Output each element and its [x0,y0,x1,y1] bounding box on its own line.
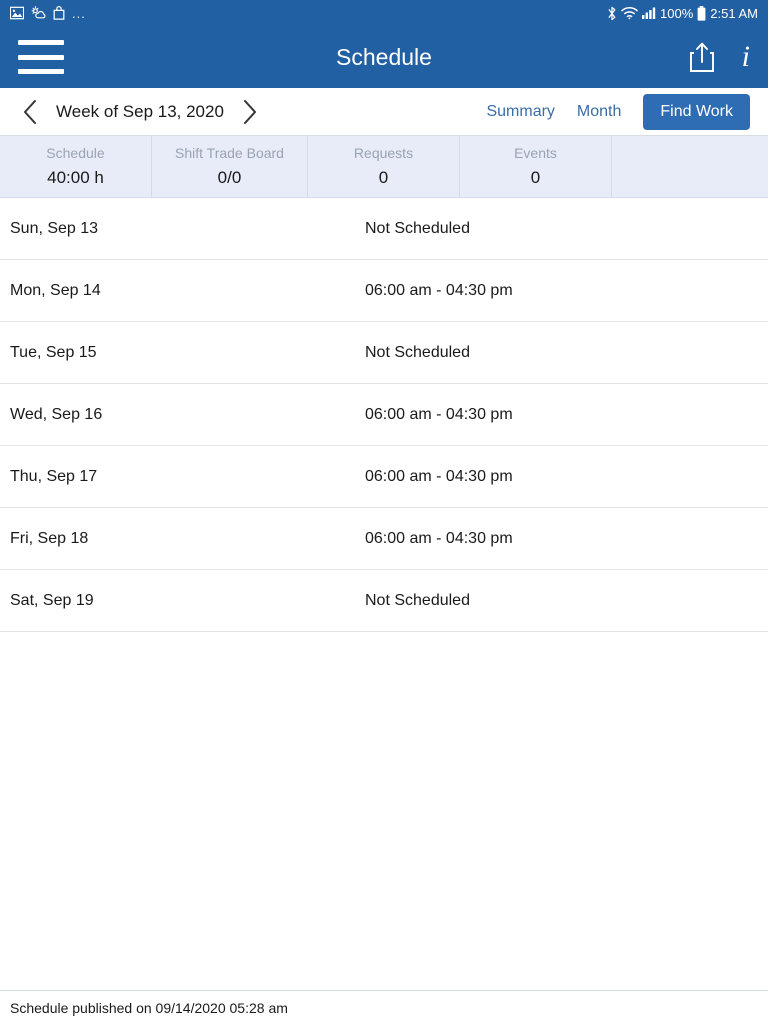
row-day-label: Sun, Sep 13 [10,219,99,237]
table-row[interactable]: Tue, Sep 15 Not Scheduled [0,322,768,384]
footer-bar: Schedule published on 09/14/2020 05:28 a… [0,990,768,1024]
table-row[interactable]: Wed, Sep 16 06:00 am - 04:30 pm [0,384,768,446]
chevron-right-icon[interactable] [236,99,262,125]
bluetooth-icon [607,6,617,21]
summary-button[interactable]: Summary [486,103,554,121]
row-time-label: Not Scheduled [365,219,470,237]
status-bar-left-icons: ... [10,6,86,21]
row-day-label: Wed, Sep 16 [10,405,103,423]
system-status-bar: ... 100% 2:51 AM [0,0,768,26]
week-navigation-bar: Week of Sep 13, 2020 Summary Month Find … [0,88,768,136]
row-day-label: Mon, Sep 14 [10,281,101,299]
schedule-published-label: Schedule published on 09/14/2020 05:28 a… [10,999,288,1016]
stat-cell-requests[interactable]: Requests 0 [308,136,460,197]
stat-cell-empty [612,136,768,197]
app-header-bar: Schedule i [0,26,768,88]
stat-label: Requests [353,145,414,161]
page-title: Schedule [336,43,432,70]
image-icon [10,6,24,20]
table-row[interactable]: Sun, Sep 13 Not Scheduled [0,198,768,260]
row-time-label: 06:00 am - 04:30 pm [365,281,513,299]
stat-value: 40:00 h [47,168,104,187]
row-day-label: Sat, Sep 19 [10,591,94,609]
stat-cell-schedule[interactable]: Schedule 40:00 h [0,136,152,197]
schedule-list: Sun, Sep 13 Not Scheduled Mon, Sep 14 06… [0,198,768,632]
week-range-label: Week of Sep 13, 2020 [56,101,224,121]
hamburger-bar [18,69,64,74]
stat-cell-shift-trade-board[interactable]: Shift Trade Board 0/0 [152,136,308,197]
row-time-label: 06:00 am - 04:30 pm [365,467,513,485]
stat-label: Schedule [46,145,105,161]
row-time-label: 06:00 am - 04:30 pm [365,405,513,423]
stat-value: 0 [378,168,389,187]
stat-value: 0/0 [217,168,242,187]
hamburger-bar [18,40,64,45]
cellular-signal-icon [642,6,656,20]
app-header-actions: i [688,41,750,73]
stat-cell-events[interactable]: Events 0 [460,136,612,197]
status-bar-overflow-icon: ... [72,5,86,21]
bag-icon [53,6,65,20]
wifi-icon [621,6,638,20]
hamburger-bar [18,54,64,60]
table-row[interactable]: Sat, Sep 19 Not Scheduled [0,570,768,632]
summary-stats-bar: Schedule 40:00 h Shift Trade Board 0/0 R… [0,136,768,198]
empty-list-area [0,632,768,990]
chevron-left-icon[interactable] [18,99,44,125]
battery-icon [697,5,706,21]
row-time-label: Not Scheduled [365,343,470,361]
row-time-label: Not Scheduled [365,591,470,609]
stat-value: 0 [530,168,541,187]
stat-label: Events [514,145,557,161]
week-navigation-actions: Summary Month Find Work [486,93,750,130]
battery-percent-label: 100% [660,5,694,21]
row-day-label: Thu, Sep 17 [10,467,98,485]
row-day-label: Fri, Sep 18 [10,529,89,547]
weather-icon [31,6,46,20]
app-root: ... 100% 2:51 AM Schedule i Week of Sep … [0,0,768,1024]
info-icon[interactable]: i [742,42,750,72]
share-icon[interactable] [688,41,716,73]
stat-label: Shift Trade Board [175,145,284,161]
find-work-button[interactable]: Find Work [643,93,750,130]
hamburger-menu-icon[interactable] [18,40,64,74]
month-button[interactable]: Month [577,103,621,121]
table-row[interactable]: Mon, Sep 14 06:00 am - 04:30 pm [0,260,768,322]
row-day-label: Tue, Sep 15 [10,343,97,361]
status-bar-right-icons: 100% 2:51 AM [607,5,758,21]
table-row[interactable]: Thu, Sep 17 06:00 am - 04:30 pm [0,446,768,508]
row-time-label: 06:00 am - 04:30 pm [365,529,513,547]
table-row[interactable]: Fri, Sep 18 06:00 am - 04:30 pm [0,508,768,570]
clock-label: 2:51 AM [710,5,758,21]
